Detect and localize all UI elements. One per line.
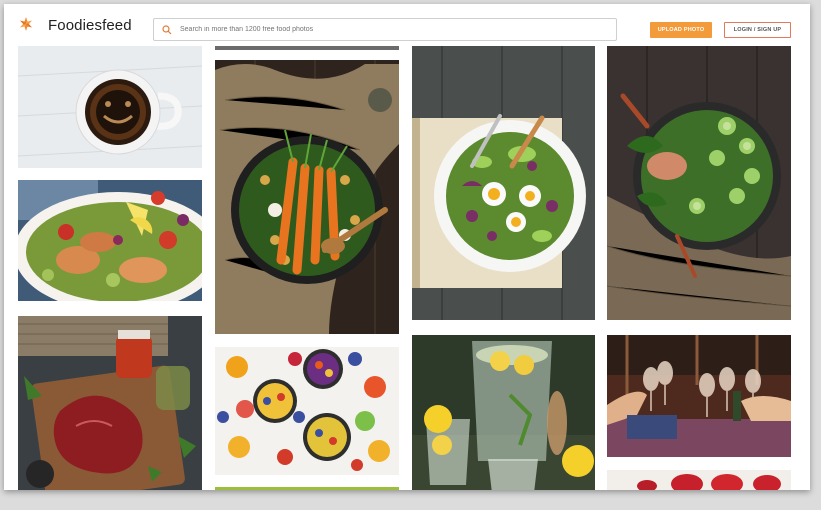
photo-wine-toast[interactable]	[607, 335, 791, 457]
header: Foodiesfeed UPLOAD PHOTO LOGIN / SIGN UP	[4, 4, 810, 46]
search-bar[interactable]	[153, 18, 617, 41]
photo-bottom-strip	[215, 487, 399, 490]
photo-roasted-carrots-bowl[interactable]	[215, 60, 399, 334]
orange-flower-logo-icon[interactable]	[18, 16, 34, 32]
photo-coffee-cup[interactable]	[18, 46, 202, 168]
photo-salmon-salad[interactable]	[18, 180, 202, 301]
brand-name[interactable]: Foodiesfeed	[48, 17, 132, 34]
upload-photo-button[interactable]: UPLOAD PHOTO	[650, 22, 712, 38]
search-icon	[162, 24, 172, 34]
photo-egg-salad-bowl[interactable]	[412, 46, 595, 320]
search-input[interactable]	[180, 26, 600, 33]
photo-fruit-bowls[interactable]	[215, 347, 399, 475]
photo-strawberries[interactable]	[607, 470, 791, 490]
photo-green-salad-bowl[interactable]	[607, 46, 791, 320]
photo-raw-beef-steak[interactable]	[18, 316, 202, 490]
photo-lemon-drinks[interactable]	[412, 335, 595, 490]
photo-top-strip	[215, 46, 399, 50]
login-signup-button[interactable]: LOGIN / SIGN UP	[724, 22, 791, 38]
browser-window: Foodiesfeed UPLOAD PHOTO LOGIN / SIGN UP	[4, 4, 810, 490]
